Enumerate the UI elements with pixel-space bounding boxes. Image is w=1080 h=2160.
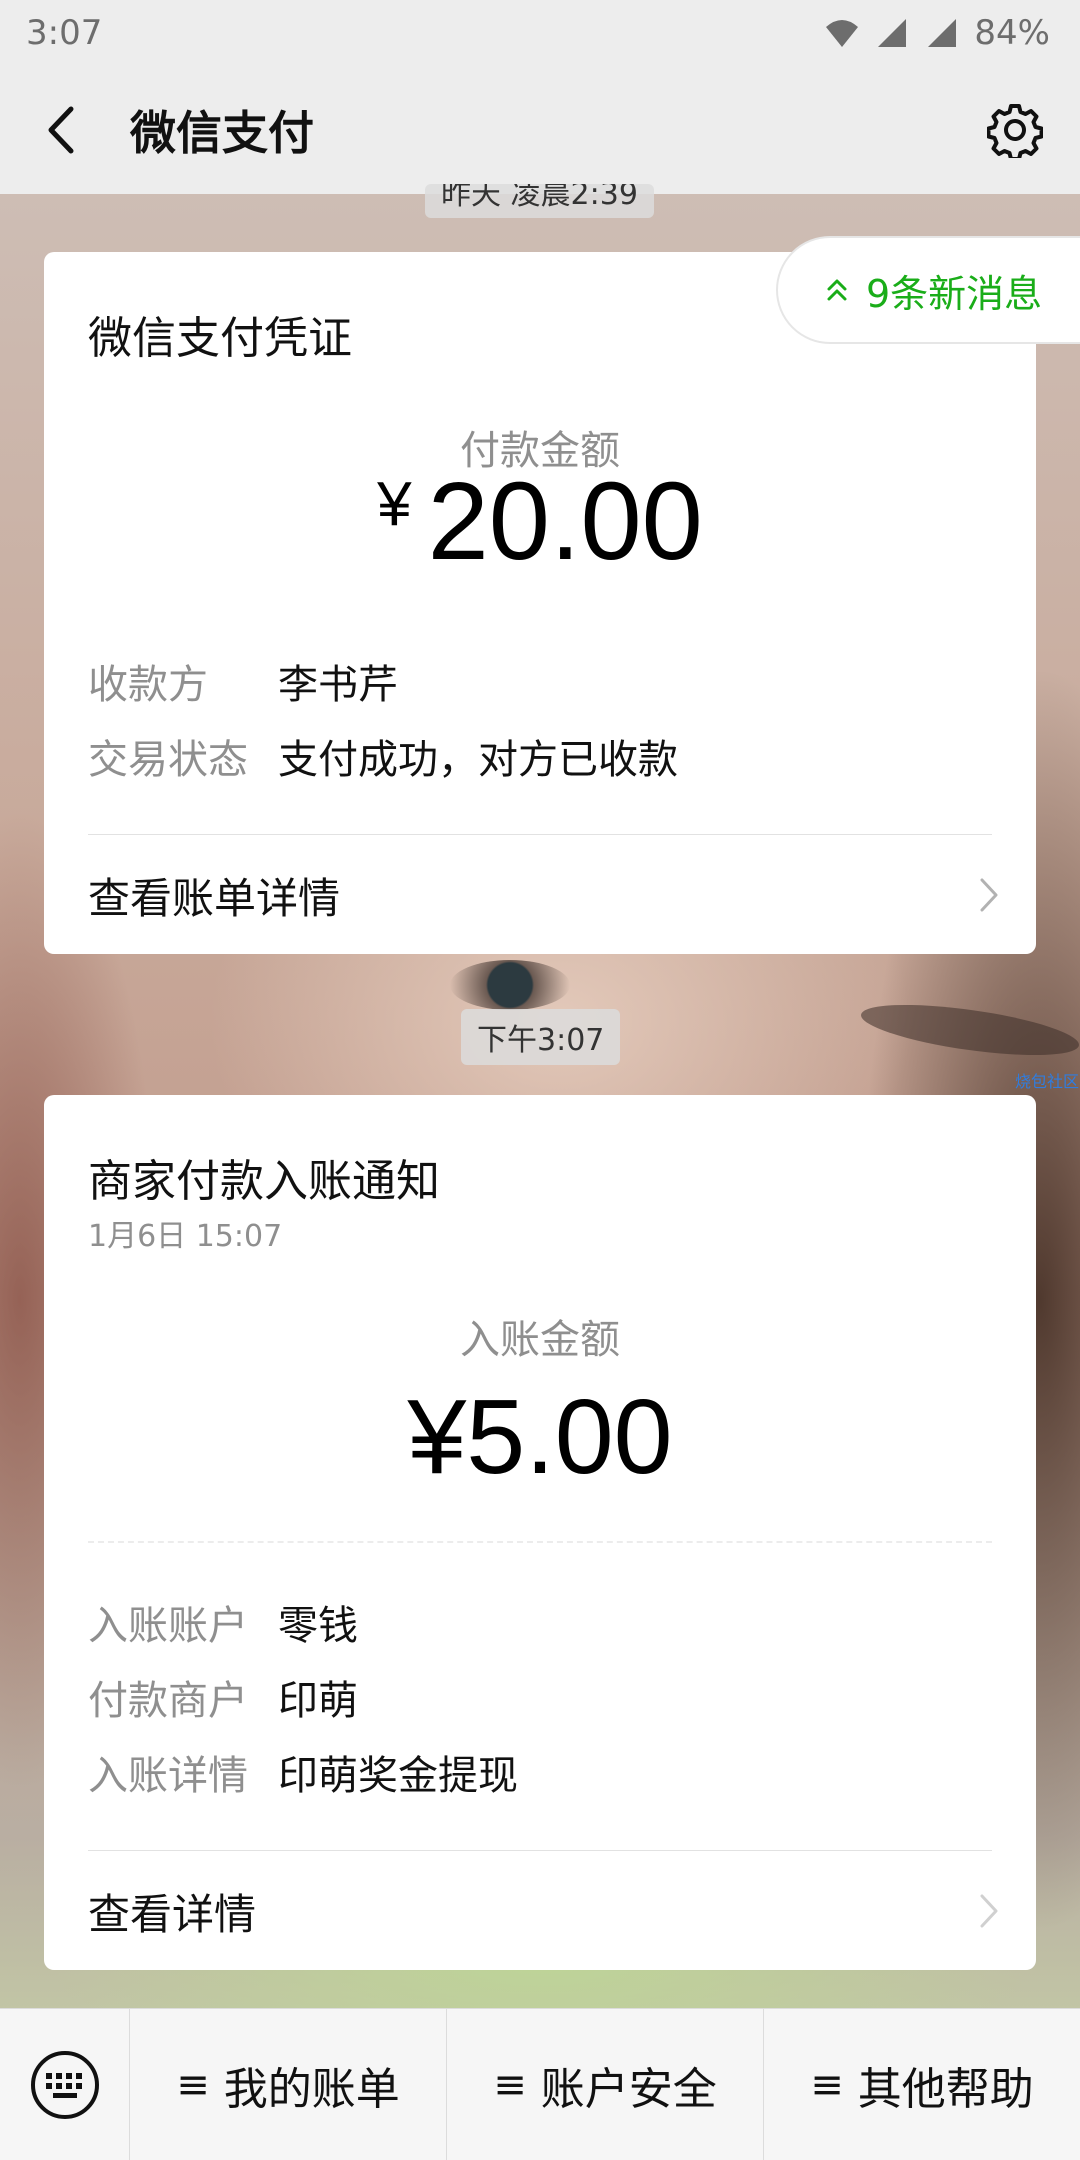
keyboard-icon	[30, 2050, 99, 2119]
field-value: 印萌奖金提现	[278, 1753, 518, 1799]
back-button[interactable]	[30, 100, 90, 160]
watermark: 烧包社区	[1015, 1072, 1080, 1091]
menu-label: 其他帮助	[857, 2063, 1034, 2115]
menu-list-icon: ≡	[810, 2061, 844, 2108]
field-key: 付款商户	[88, 1678, 248, 1724]
dashed-divider	[88, 1541, 992, 1543]
link-label: 查看详情	[88, 1889, 257, 1939]
nav-bar: 微信支付	[0, 66, 1080, 194]
field-value: 零钱	[278, 1603, 358, 1649]
wifi-icon	[826, 20, 859, 47]
field-row: 付款商户 印萌	[88, 1668, 358, 1726]
new-messages-button[interactable]: 9条新消息	[776, 236, 1080, 344]
field-key: 交易状态	[88, 737, 248, 783]
page-title: 微信支付	[130, 106, 314, 160]
signal-icon	[878, 19, 907, 47]
new-messages-label: 9条新消息	[866, 271, 1043, 316]
background-eye	[450, 960, 570, 1010]
keyboard-toggle-button[interactable]	[0, 2008, 130, 2160]
amount-value: 20.00	[427, 460, 703, 583]
field-key: 入账详情	[88, 1753, 248, 1799]
menu-account-security[interactable]: ≡ 账户安全	[447, 2008, 764, 2160]
menu-other-help[interactable]: ≡ 其他帮助	[764, 2009, 1080, 2160]
chevron-right-icon	[980, 1894, 998, 1928]
view-bill-details-link[interactable]: 查看账单详情	[44, 835, 1036, 955]
gear-icon	[987, 104, 1043, 158]
field-value: 印萌	[278, 1678, 358, 1724]
status-time: 3:07	[26, 13, 103, 53]
payment-amount: ¥20.00	[44, 458, 1036, 585]
field-row: 入账账户 零钱	[88, 1593, 358, 1651]
field-key: 收款方	[88, 662, 208, 708]
signal-icon-2	[928, 19, 957, 47]
chevron-right-icon	[980, 878, 998, 912]
field-key: 入账账户	[88, 1603, 248, 1649]
field-row: 收款方 李书芹	[88, 652, 398, 710]
status-bar: 3:07 84%	[0, 0, 1080, 66]
card-date: 1月6日 15:07	[88, 1219, 283, 1254]
battery-level: 84%	[974, 13, 1050, 53]
chevron-left-icon	[48, 106, 74, 154]
card-title: 微信支付凭证	[88, 313, 352, 364]
timestamp-top: 昨天 凌晨2:39	[425, 184, 654, 218]
income-notification-card[interactable]: 商家付款入账通知 1月6日 15:07 入账金额 ¥5.00 入账账户 零钱 付…	[44, 1095, 1036, 1970]
menu-label: 账户安全	[540, 2063, 717, 2115]
menu-my-bills[interactable]: ≡ 我的账单	[130, 2008, 447, 2160]
field-value: 支付成功，对方已收款	[278, 737, 678, 783]
payment-receipt-card[interactable]: 微信支付凭证 付款金额 ¥20.00 收款方 李书芹 交易状态 支付成功，对方已…	[44, 252, 1036, 954]
bottom-menu-bar: ≡ 我的账单 ≡ 账户安全 ≡ 其他帮助	[0, 2008, 1080, 2160]
background-eyebrow	[858, 994, 1080, 1066]
amount-label: 入账金额	[460, 1317, 620, 1363]
field-value: 李书芹	[278, 662, 398, 708]
link-label: 查看账单详情	[88, 873, 341, 923]
menu-list-icon: ≡	[493, 2061, 527, 2108]
view-details-link[interactable]: 查看详情	[44, 1851, 1036, 1971]
income-amount: ¥5.00	[407, 1378, 673, 1496]
field-row: 入账详情 印萌奖金提现	[88, 1743, 518, 1801]
settings-button[interactable]	[980, 95, 1050, 165]
field-row: 交易状态 支付成功，对方已收款	[88, 727, 678, 785]
menu-label: 我的账单	[223, 2063, 400, 2115]
timestamp-middle: 下午3:07	[461, 1009, 621, 1065]
menu-list-icon: ≡	[176, 2061, 210, 2108]
card-title: 商家付款入账通知	[88, 1156, 440, 1207]
status-icons: 84%	[824, 13, 1050, 53]
currency-symbol: ¥	[377, 470, 412, 539]
double-chevron-up-icon	[827, 279, 847, 301]
